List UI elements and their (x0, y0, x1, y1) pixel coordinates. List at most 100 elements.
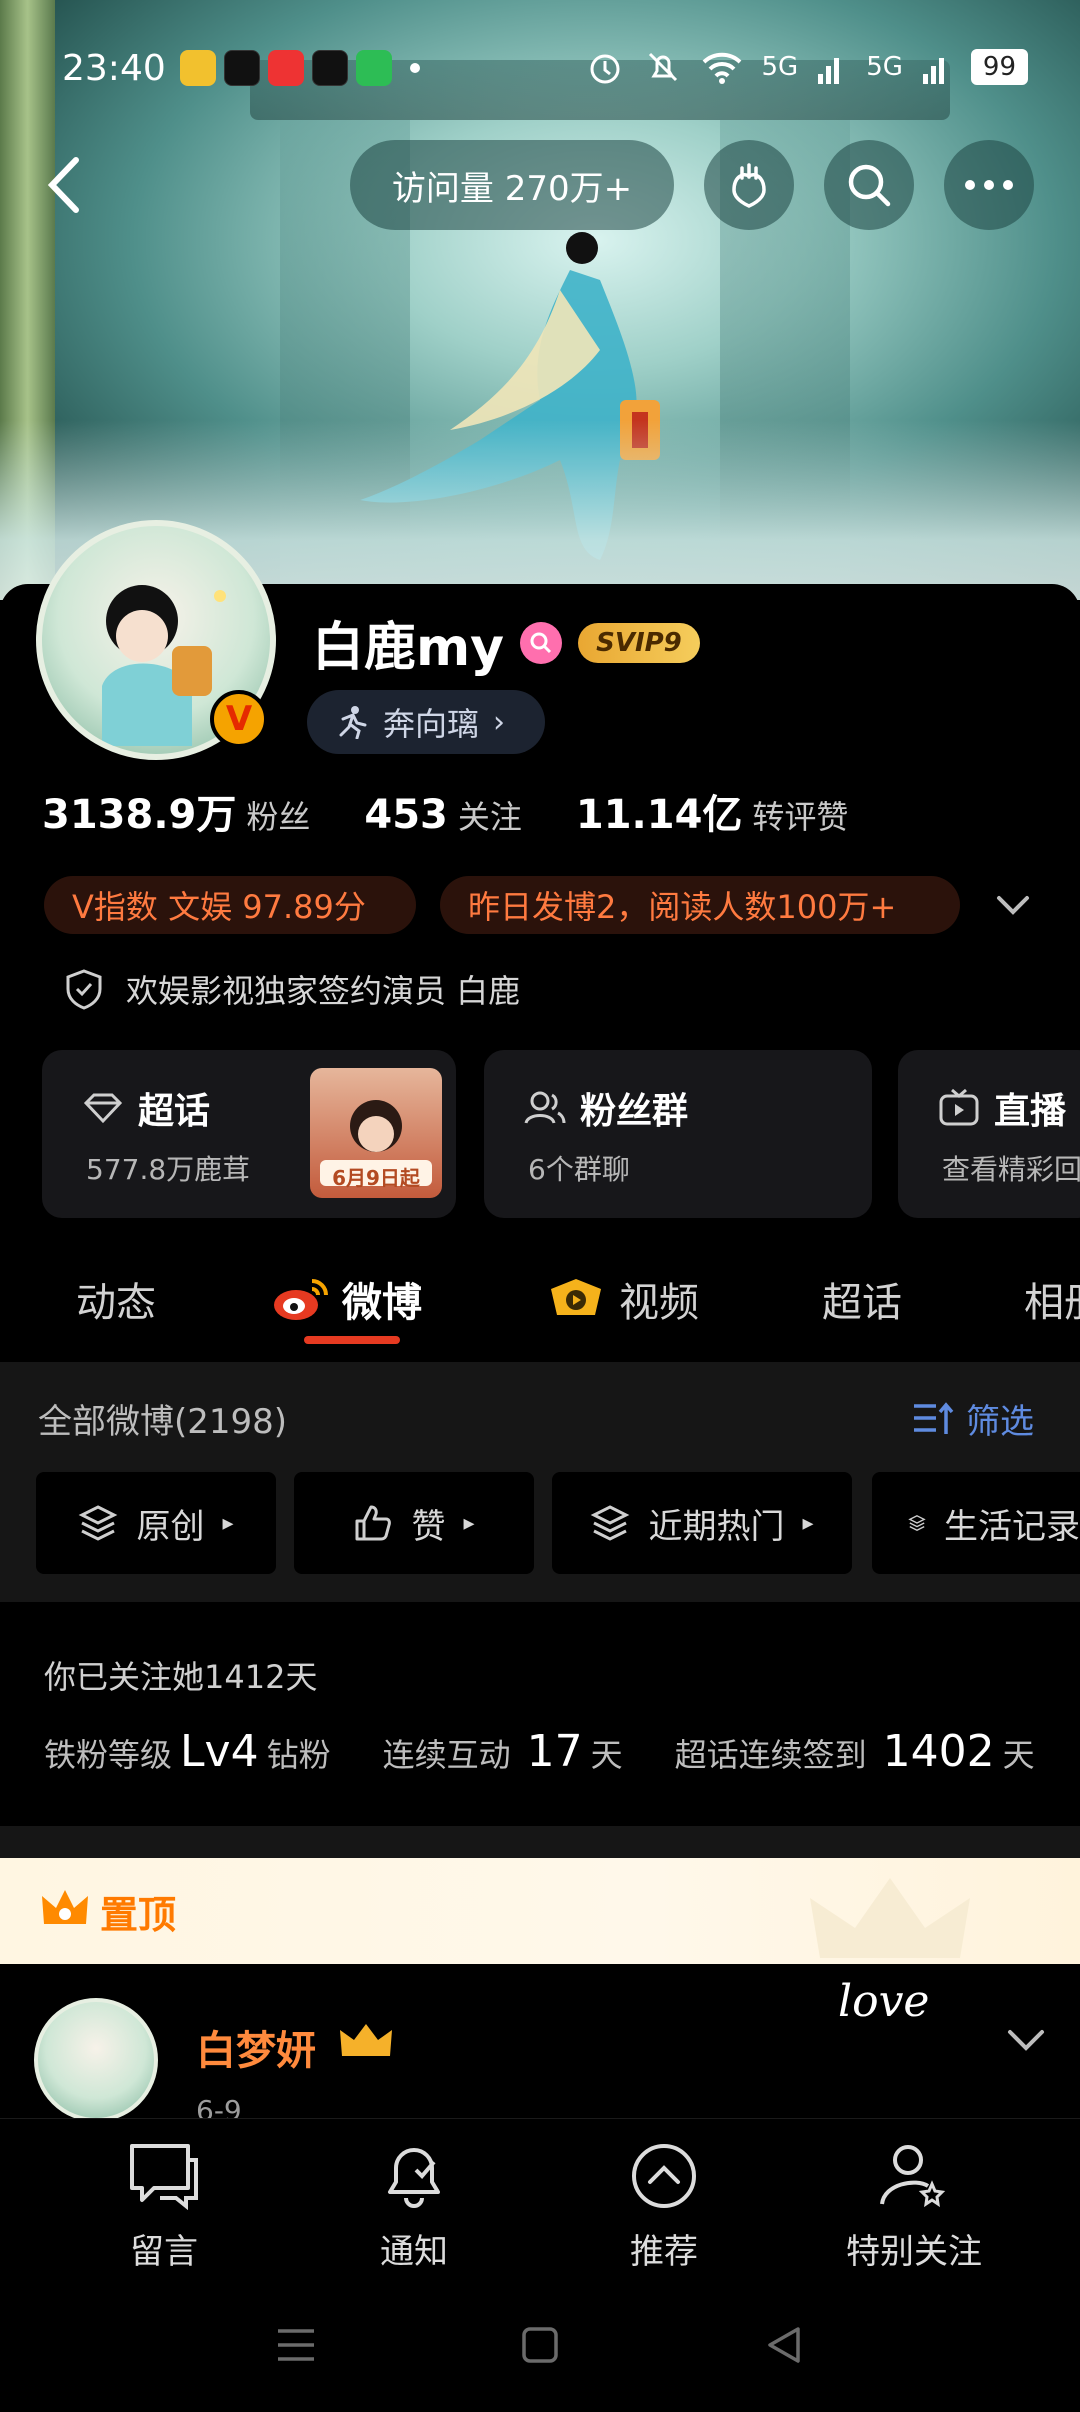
filter-original-button[interactable]: 原创 ▸ (36, 1472, 276, 1574)
profile-tabs: 动态 微博 视频 超话 相册 (0, 1230, 1080, 1350)
group-icon (524, 1091, 566, 1124)
bell-icon (388, 2148, 440, 2208)
layers-icon (79, 1505, 118, 1541)
card-fan-groups[interactable]: 粉丝群 6个群聊 (484, 1050, 872, 1218)
interactions-count: 11.14亿 (575, 792, 743, 838)
recents-menu-icon[interactable] (274, 2325, 318, 2365)
red-app-icon (268, 50, 304, 86)
tab-dynamic[interactable]: 动态 (76, 1270, 156, 1328)
tab-weibo-label: 微博 (342, 1280, 422, 1326)
fan-level-suffix: 钻粉 (266, 1736, 331, 1774)
post-author-name[interactable]: 白梦妍 (196, 2018, 316, 2076)
interact-value: 17 (526, 1726, 583, 1777)
back-arrow-icon (47, 157, 79, 213)
card-sub: 6个群聊 (528, 1153, 630, 1186)
running-person-icon (339, 706, 367, 739)
layers-icon (908, 1515, 926, 1531)
bottom-special-follow-label: 特别关注 (846, 2232, 982, 2272)
layers-icon (591, 1505, 630, 1541)
alarm-icon (590, 54, 619, 84)
tab-super-topic[interactable]: 超话 (822, 1270, 902, 1328)
filter-life-label: 生活记录 (944, 1506, 1080, 1547)
filter-like-button[interactable]: 赞 ▸ (294, 1472, 534, 1574)
visit-count-pill[interactable]: 访问量 270万+ (350, 140, 674, 230)
weibo-logo-icon (274, 1279, 328, 1320)
crown-icon (42, 1890, 88, 1924)
interactions-label: 转评赞 (752, 798, 849, 836)
bottom-recommend-label: 推荐 (630, 2232, 698, 2272)
tab-video[interactable]: 视频 (545, 1270, 699, 1328)
post-expand-chevron-icon[interactable] (1006, 2026, 1046, 2056)
svip-badge[interactable]: SVIP9 (578, 622, 700, 663)
notification-icons (180, 50, 420, 86)
bottom-recommend-button[interactable]: 推荐 (574, 2140, 754, 2273)
post-summary-chip[interactable]: 昨日发博2，阅读人数100万+ (440, 876, 960, 934)
more-button[interactable] (944, 140, 1034, 230)
pinned-label: 置顶 (100, 1893, 177, 1937)
tv-icon (939, 1088, 979, 1126)
caret-right-icon: ▸ (222, 1510, 234, 1536)
filter-hot-label: 近期热门 (648, 1506, 785, 1547)
fan-info-box (0, 1602, 1080, 1824)
diamond-icon (83, 1093, 123, 1124)
card-title: 直播 (994, 1091, 1067, 1132)
battery-app-icon (356, 50, 392, 86)
signal-5g-label: 5G (866, 52, 903, 82)
interact-label: 连续互动 (382, 1736, 511, 1774)
card-title: 超话 (138, 1091, 211, 1132)
checkin-unit: 天 (1002, 1736, 1035, 1774)
following-label[interactable]: 关注 (458, 792, 522, 838)
mute-bell-icon (648, 52, 677, 82)
filter-life-button[interactable]: 生活记录 (872, 1472, 1080, 1574)
tab-weibo[interactable]: 微博 (272, 1270, 422, 1328)
profile-tag-pill[interactable]: 奔向璃 › (307, 690, 545, 754)
tab-album[interactable]: 相册 (1024, 1270, 1080, 1328)
fans-label[interactable]: 粉丝 (246, 792, 310, 838)
caret-right-icon: ▸ (802, 1510, 814, 1536)
signal-bars-icon (818, 58, 840, 84)
card-sub: 577.8万鹿茸 (86, 1153, 251, 1186)
filter-original-label: 原创 (136, 1506, 205, 1547)
following-count[interactable]: 453 (364, 792, 448, 838)
expand-chevron-icon[interactable] (993, 888, 1033, 922)
up-arrow-circle-icon (632, 2144, 696, 2208)
search-badge-icon[interactable] (520, 621, 563, 664)
shield-check-icon (66, 969, 102, 1010)
card-title-row: 超话 (82, 1082, 210, 1134)
status-bar: 23:40 5G 5G 99 (0, 40, 1080, 100)
crown-watermark-icon (810, 1878, 970, 1958)
active-tab-indicator (304, 1336, 400, 1344)
bottom-message-button[interactable]: 留言 (74, 2140, 254, 2273)
poster-date-text: 6月9日起 (332, 1166, 420, 1190)
bottom-notify-button[interactable]: 通知 (324, 2140, 504, 2273)
back-button[interactable] (36, 150, 96, 220)
verified-v-badge: V (210, 690, 268, 748)
filter-sort-icon (914, 1401, 954, 1434)
card-live[interactable]: 直播 查看精彩回 (898, 1050, 1080, 1218)
message-icon (130, 2144, 198, 2211)
bottom-special-follow-button[interactable]: 特别关注 (824, 2140, 1004, 2273)
filter-button[interactable]: 筛选 (912, 1394, 1034, 1443)
user-star-icon (880, 2145, 946, 2208)
interact-unit: 天 (590, 1736, 623, 1774)
card-title: 粉丝群 (580, 1091, 689, 1132)
bottom-message-label: 留言 (130, 2232, 198, 2272)
profile-name-row: 白鹿my SVIP9 (312, 605, 700, 680)
search-button[interactable] (824, 140, 914, 230)
card-title-row: 直播 (938, 1082, 1066, 1134)
follow-days-text: 你已关注她1412天 (44, 1658, 318, 1696)
fans-count[interactable]: 3138.9万 (42, 782, 236, 840)
vip-crown-icon (340, 2024, 392, 2056)
back-triangle-icon[interactable] (764, 2325, 804, 2365)
signal-bars-icon (922, 58, 944, 84)
bottom-notify-label: 通知 (380, 2232, 448, 2272)
fan-level-value: Lv4 (180, 1726, 259, 1777)
post-author-avatar[interactable] (34, 1998, 158, 2122)
v-index-chip[interactable]: V指数 文娱 97.89分 (44, 876, 416, 934)
super-topic-poster[interactable]: 6月9日起 (310, 1068, 442, 1198)
search-icon (848, 164, 891, 207)
filter-hot-button[interactable]: 近期热门 ▸ (552, 1472, 852, 1574)
hand-heart-icon (732, 163, 766, 208)
home-square-icon[interactable] (520, 2325, 560, 2365)
gift-button[interactable] (704, 140, 794, 230)
